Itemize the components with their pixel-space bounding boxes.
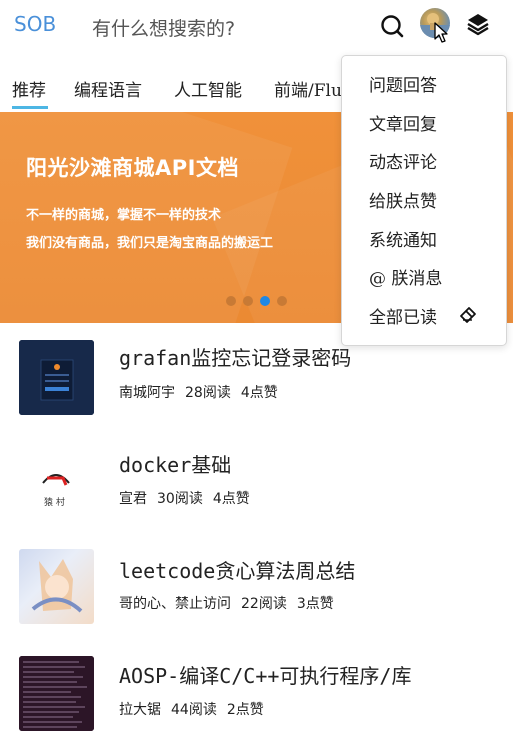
article-likes: 4点赞: [240, 385, 278, 401]
menu-item-likes[interactable]: 给朕点赞: [369, 187, 437, 212]
article-title[interactable]: leetcode贪心算法周总结: [119, 555, 355, 584]
active-tab-indicator: [12, 106, 48, 109]
article-meta: 宣君 30阅读 4点赞: [119, 488, 260, 508]
article-author[interactable]: 宣君: [119, 491, 147, 507]
top-header: SOB 有什么想搜索的?: [0, 0, 513, 52]
article-author[interactable]: 哥的心、禁止访问: [119, 596, 231, 612]
banner-title: 阳光沙滩商城API文档: [26, 156, 239, 180]
article-meta: 哥的心、禁止访问 22阅读 3点赞: [119, 593, 344, 613]
article-item[interactable]: grafan监控忘记登录密码 南城阿宇 28阅读 4点赞: [0, 336, 513, 436]
banner-subtitle: 不一样的商城，掌握不一样的技术: [26, 208, 222, 223]
article-title[interactable]: AOSP-编译C/C++可执行程序/库: [119, 660, 411, 689]
article-item[interactable]: AOSP-编译C/C++可执行程序/库 拉大锯 44阅读 2点赞: [0, 652, 513, 752]
carousel-dot[interactable]: [243, 296, 253, 306]
article-thumbnail: [19, 340, 94, 415]
article-reads: 30阅读: [157, 491, 203, 507]
search-input[interactable]: 有什么想搜索的?: [92, 14, 235, 41]
mouse-cursor-icon: [434, 22, 448, 43]
site-logo[interactable]: SOB: [14, 12, 56, 36]
menu-item-moment-comments[interactable]: 动态评论: [369, 148, 437, 173]
thumbnail-text: 猿 村: [44, 498, 65, 508]
tab-frontend[interactable]: 前端/Flu: [274, 76, 342, 101]
menu-item-system-notices[interactable]: 系统通知: [369, 226, 437, 251]
article-reads: 22阅读: [241, 596, 287, 612]
menu-item-article-replies[interactable]: 文章回复: [369, 110, 437, 135]
carousel-dot[interactable]: [277, 296, 287, 306]
article-likes: 2点赞: [226, 702, 264, 718]
carousel-dot[interactable]: [226, 296, 236, 306]
eraser-icon[interactable]: [459, 306, 477, 324]
menu-item-mentions[interactable]: @ 朕消息: [369, 264, 442, 289]
carousel-dot-active[interactable]: [260, 296, 270, 306]
banner-subtitle-2: 我们没有商品，我们只是淘宝商品的搬运工: [26, 236, 274, 251]
tab-recommend[interactable]: 推荐: [12, 76, 46, 101]
menu-item-mark-all-read[interactable]: 全部已读: [369, 303, 437, 328]
article-item[interactable]: 猿 村 docker基础 宣君 30阅读 4点赞: [0, 441, 513, 541]
article-author[interactable]: 拉大锯: [119, 702, 161, 718]
layers-icon[interactable]: [466, 12, 490, 36]
search-icon[interactable]: [380, 14, 404, 38]
article-meta: 南城阿宇 28阅读 4点赞: [119, 382, 288, 402]
tab-programming-languages[interactable]: 编程语言: [74, 76, 142, 101]
article-likes: 3点赞: [296, 596, 334, 612]
article-author[interactable]: 南城阿宇: [119, 385, 175, 401]
article-title[interactable]: docker基础: [119, 449, 231, 478]
article-title[interactable]: grafan监控忘记登录密码: [119, 342, 351, 371]
article-meta: 拉大锯 44阅读 2点赞: [119, 699, 274, 719]
menu-item-question-answers[interactable]: 问题回答: [369, 71, 437, 96]
article-thumbnail: [19, 656, 94, 731]
article-reads: 44阅读: [171, 702, 217, 718]
article-thumbnail: [19, 549, 94, 624]
article-likes: 4点赞: [212, 491, 250, 507]
article-reads: 28阅读: [185, 385, 231, 401]
article-item[interactable]: leetcode贪心算法周总结 哥的心、禁止访问 22阅读 3点赞: [0, 547, 513, 647]
tab-ai[interactable]: 人工智能: [174, 76, 242, 101]
notification-dropdown: 问题回答 文章回复 动态评论 给朕点赞 系统通知 @ 朕消息 全部已读: [341, 55, 507, 346]
article-thumbnail: 猿 村: [19, 445, 94, 520]
